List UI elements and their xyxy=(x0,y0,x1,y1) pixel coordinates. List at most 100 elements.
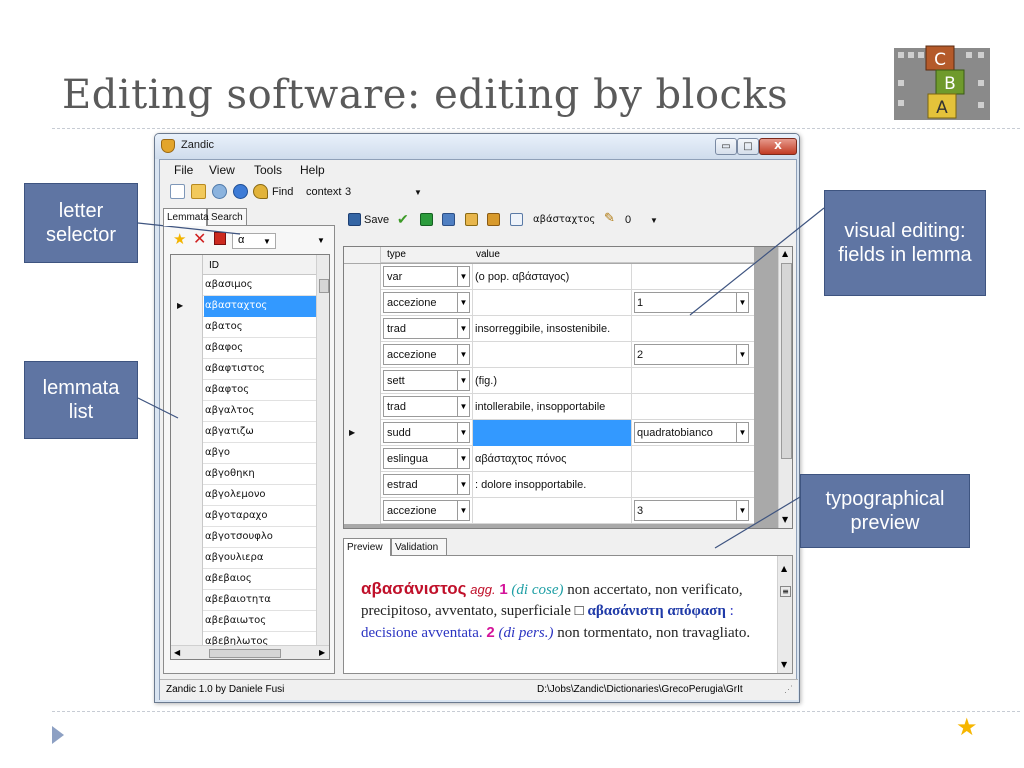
lemma-list-item[interactable]: αβγατιζω xyxy=(171,422,316,443)
lemma-list-item[interactable]: αβγοτσουφλο xyxy=(171,527,316,548)
anchor-icon[interactable] xyxy=(233,184,248,199)
open-field-icon[interactable] xyxy=(487,213,500,226)
insert-field-icon[interactable] xyxy=(420,213,433,226)
row-header[interactable] xyxy=(171,569,203,590)
row-header[interactable] xyxy=(171,380,203,401)
document-icon[interactable] xyxy=(510,213,523,226)
row-header[interactable] xyxy=(344,498,381,524)
field-type-select[interactable]: var ▼ xyxy=(383,266,470,287)
lemma-list-item[interactable]: αβγαλτος xyxy=(171,401,316,422)
dropdown-arrow-icon[interactable]: ▼ xyxy=(457,319,469,338)
lemma-list-item[interactable]: αβαφτιστος xyxy=(171,359,316,380)
field-row[interactable]: trad ▼ insorreggibile, insostenibile. xyxy=(344,316,754,342)
dropdown-arrow-icon[interactable]: ▼ xyxy=(457,475,469,494)
field-value-cell[interactable]: (o pop. αβάσταγος) xyxy=(472,264,632,290)
row-header[interactable] xyxy=(171,422,203,443)
row-header[interactable]: ▶ xyxy=(344,420,381,446)
lemma-list-item[interactable]: αβγο xyxy=(171,443,316,464)
row-header[interactable] xyxy=(171,443,203,464)
tab-preview[interactable]: Preview xyxy=(343,538,391,556)
value-column-header[interactable]: value xyxy=(476,249,500,260)
dropdown-arrow-icon[interactable]: ▼ xyxy=(736,345,748,364)
save-icon[interactable] xyxy=(348,213,361,226)
preview-vertical-scrollbar[interactable]: ▲ ≡ ▼ xyxy=(777,556,792,673)
lemma-list-item[interactable]: αβεβαιοτητα xyxy=(171,590,316,611)
row-header[interactable] xyxy=(171,464,203,485)
find-button[interactable]: Find xyxy=(272,186,293,198)
scroll-right-icon[interactable]: ▶ xyxy=(319,648,325,657)
field-value-cell[interactable]: intollerabile, insopportabile xyxy=(472,394,632,420)
field-row[interactable]: sett ▼ (fig.) xyxy=(344,368,754,394)
settings-icon[interactable] xyxy=(212,184,227,199)
lemmata-scroll-thumb[interactable] xyxy=(319,279,329,293)
fields-vertical-scrollbar[interactable]: ▲ ▼ xyxy=(778,247,792,528)
letter-dropdown-icon[interactable]: ▼ xyxy=(263,237,271,246)
field-type-select[interactable]: accezione ▼ xyxy=(383,344,470,365)
field-value-cell[interactable]: : dolore insopportabile. xyxy=(472,472,632,498)
field-value-cell[interactable] xyxy=(472,498,632,524)
dropdown-arrow-icon[interactable]: ▼ xyxy=(736,501,748,520)
row-header[interactable] xyxy=(171,485,203,506)
counter-dropdown-icon[interactable]: ▼ xyxy=(650,216,658,225)
field-type-select[interactable]: sudd ▼ xyxy=(383,422,470,443)
row-header[interactable] xyxy=(171,317,203,338)
lemma-list-item[interactable]: αβγουλιερα xyxy=(171,548,316,569)
lemma-list-item[interactable]: αβατος xyxy=(171,317,316,338)
field-row[interactable]: var ▼ (o pop. αβάσταγος) xyxy=(344,264,754,290)
validate-check-icon[interactable]: ✔ xyxy=(397,211,409,228)
row-header[interactable] xyxy=(171,548,203,569)
dropdown-arrow-icon[interactable]: ▼ xyxy=(736,423,748,442)
remove-icon[interactable] xyxy=(214,232,226,245)
row-header[interactable] xyxy=(344,342,381,368)
lemmata-vertical-scrollbar[interactable] xyxy=(316,255,329,645)
lemma-list-item[interactable]: αβγοθηκη xyxy=(171,464,316,485)
menu-file[interactable]: File xyxy=(174,163,193,177)
row-header[interactable] xyxy=(344,446,381,472)
dropdown-arrow-icon[interactable]: ▼ xyxy=(457,267,469,286)
row-header[interactable] xyxy=(344,290,381,316)
tab-validation[interactable]: Validation xyxy=(391,538,447,556)
row-header[interactable] xyxy=(344,472,381,498)
row-header[interactable]: ▶ xyxy=(171,296,203,317)
new-file-icon[interactable] xyxy=(170,184,185,199)
fields-scroll-up-icon[interactable]: ▲ xyxy=(782,249,788,258)
field-type-select[interactable]: trad ▼ xyxy=(383,396,470,417)
row-header[interactable] xyxy=(171,275,203,296)
tab-lemmata[interactable]: Lemmata xyxy=(163,208,209,226)
delete-lemma-icon[interactable]: ✕ xyxy=(193,229,206,249)
field-extra-select[interactable]: quadratobianco ▼ xyxy=(634,422,749,443)
dropdown-arrow-icon[interactable]: ▼ xyxy=(457,371,469,390)
row-header[interactable] xyxy=(171,401,203,422)
field-type-select[interactable]: sett ▼ xyxy=(383,370,470,391)
menu-view[interactable]: View xyxy=(209,163,235,177)
find-icon[interactable] xyxy=(253,184,268,199)
minimize-button[interactable]: ▭ xyxy=(715,138,737,155)
field-type-select[interactable]: eslingua ▼ xyxy=(383,448,470,469)
lemma-list-item[interactable]: αβαφος xyxy=(171,338,316,359)
field-type-select[interactable]: trad ▼ xyxy=(383,318,470,339)
fields-scroll-thumb[interactable] xyxy=(781,263,792,459)
field-row[interactable]: accezione ▼ 2 ▼ xyxy=(344,342,754,368)
fields-scroll-down-icon[interactable]: ▼ xyxy=(782,515,788,524)
field-value-cell[interactable] xyxy=(472,290,632,316)
dropdown-arrow-icon[interactable]: ▼ xyxy=(736,293,748,312)
move-field-icon[interactable] xyxy=(465,213,478,226)
copy-field-icon[interactable] xyxy=(442,213,455,226)
add-lemma-star-icon[interactable]: ★ xyxy=(173,230,186,248)
lemma-list-item[interactable]: αβεβαιωτος xyxy=(171,611,316,632)
field-extra-select[interactable]: 2 ▼ xyxy=(634,344,749,365)
row-header[interactable] xyxy=(344,264,381,290)
close-button[interactable]: X xyxy=(759,138,797,155)
lemma-list-item[interactable]: αβαφτος xyxy=(171,380,316,401)
field-row[interactable]: trad ▼ intollerabile, insopportabile xyxy=(344,394,754,420)
field-value-cell[interactable] xyxy=(472,342,632,368)
row-header[interactable] xyxy=(171,527,203,548)
lemmata-horizontal-scrollbar[interactable]: ◀ ▶ xyxy=(171,645,329,659)
lemma-list-item[interactable]: αβγολεμονο xyxy=(171,485,316,506)
field-row[interactable]: estrad ▼: dolore insopportabile. xyxy=(344,472,754,498)
row-header[interactable] xyxy=(171,590,203,611)
menu-tools[interactable]: Tools xyxy=(254,163,282,177)
open-folder-icon[interactable] xyxy=(191,184,206,199)
field-row[interactable]: accezione ▼ 3 ▼ xyxy=(344,498,754,524)
row-header[interactable] xyxy=(171,506,203,527)
